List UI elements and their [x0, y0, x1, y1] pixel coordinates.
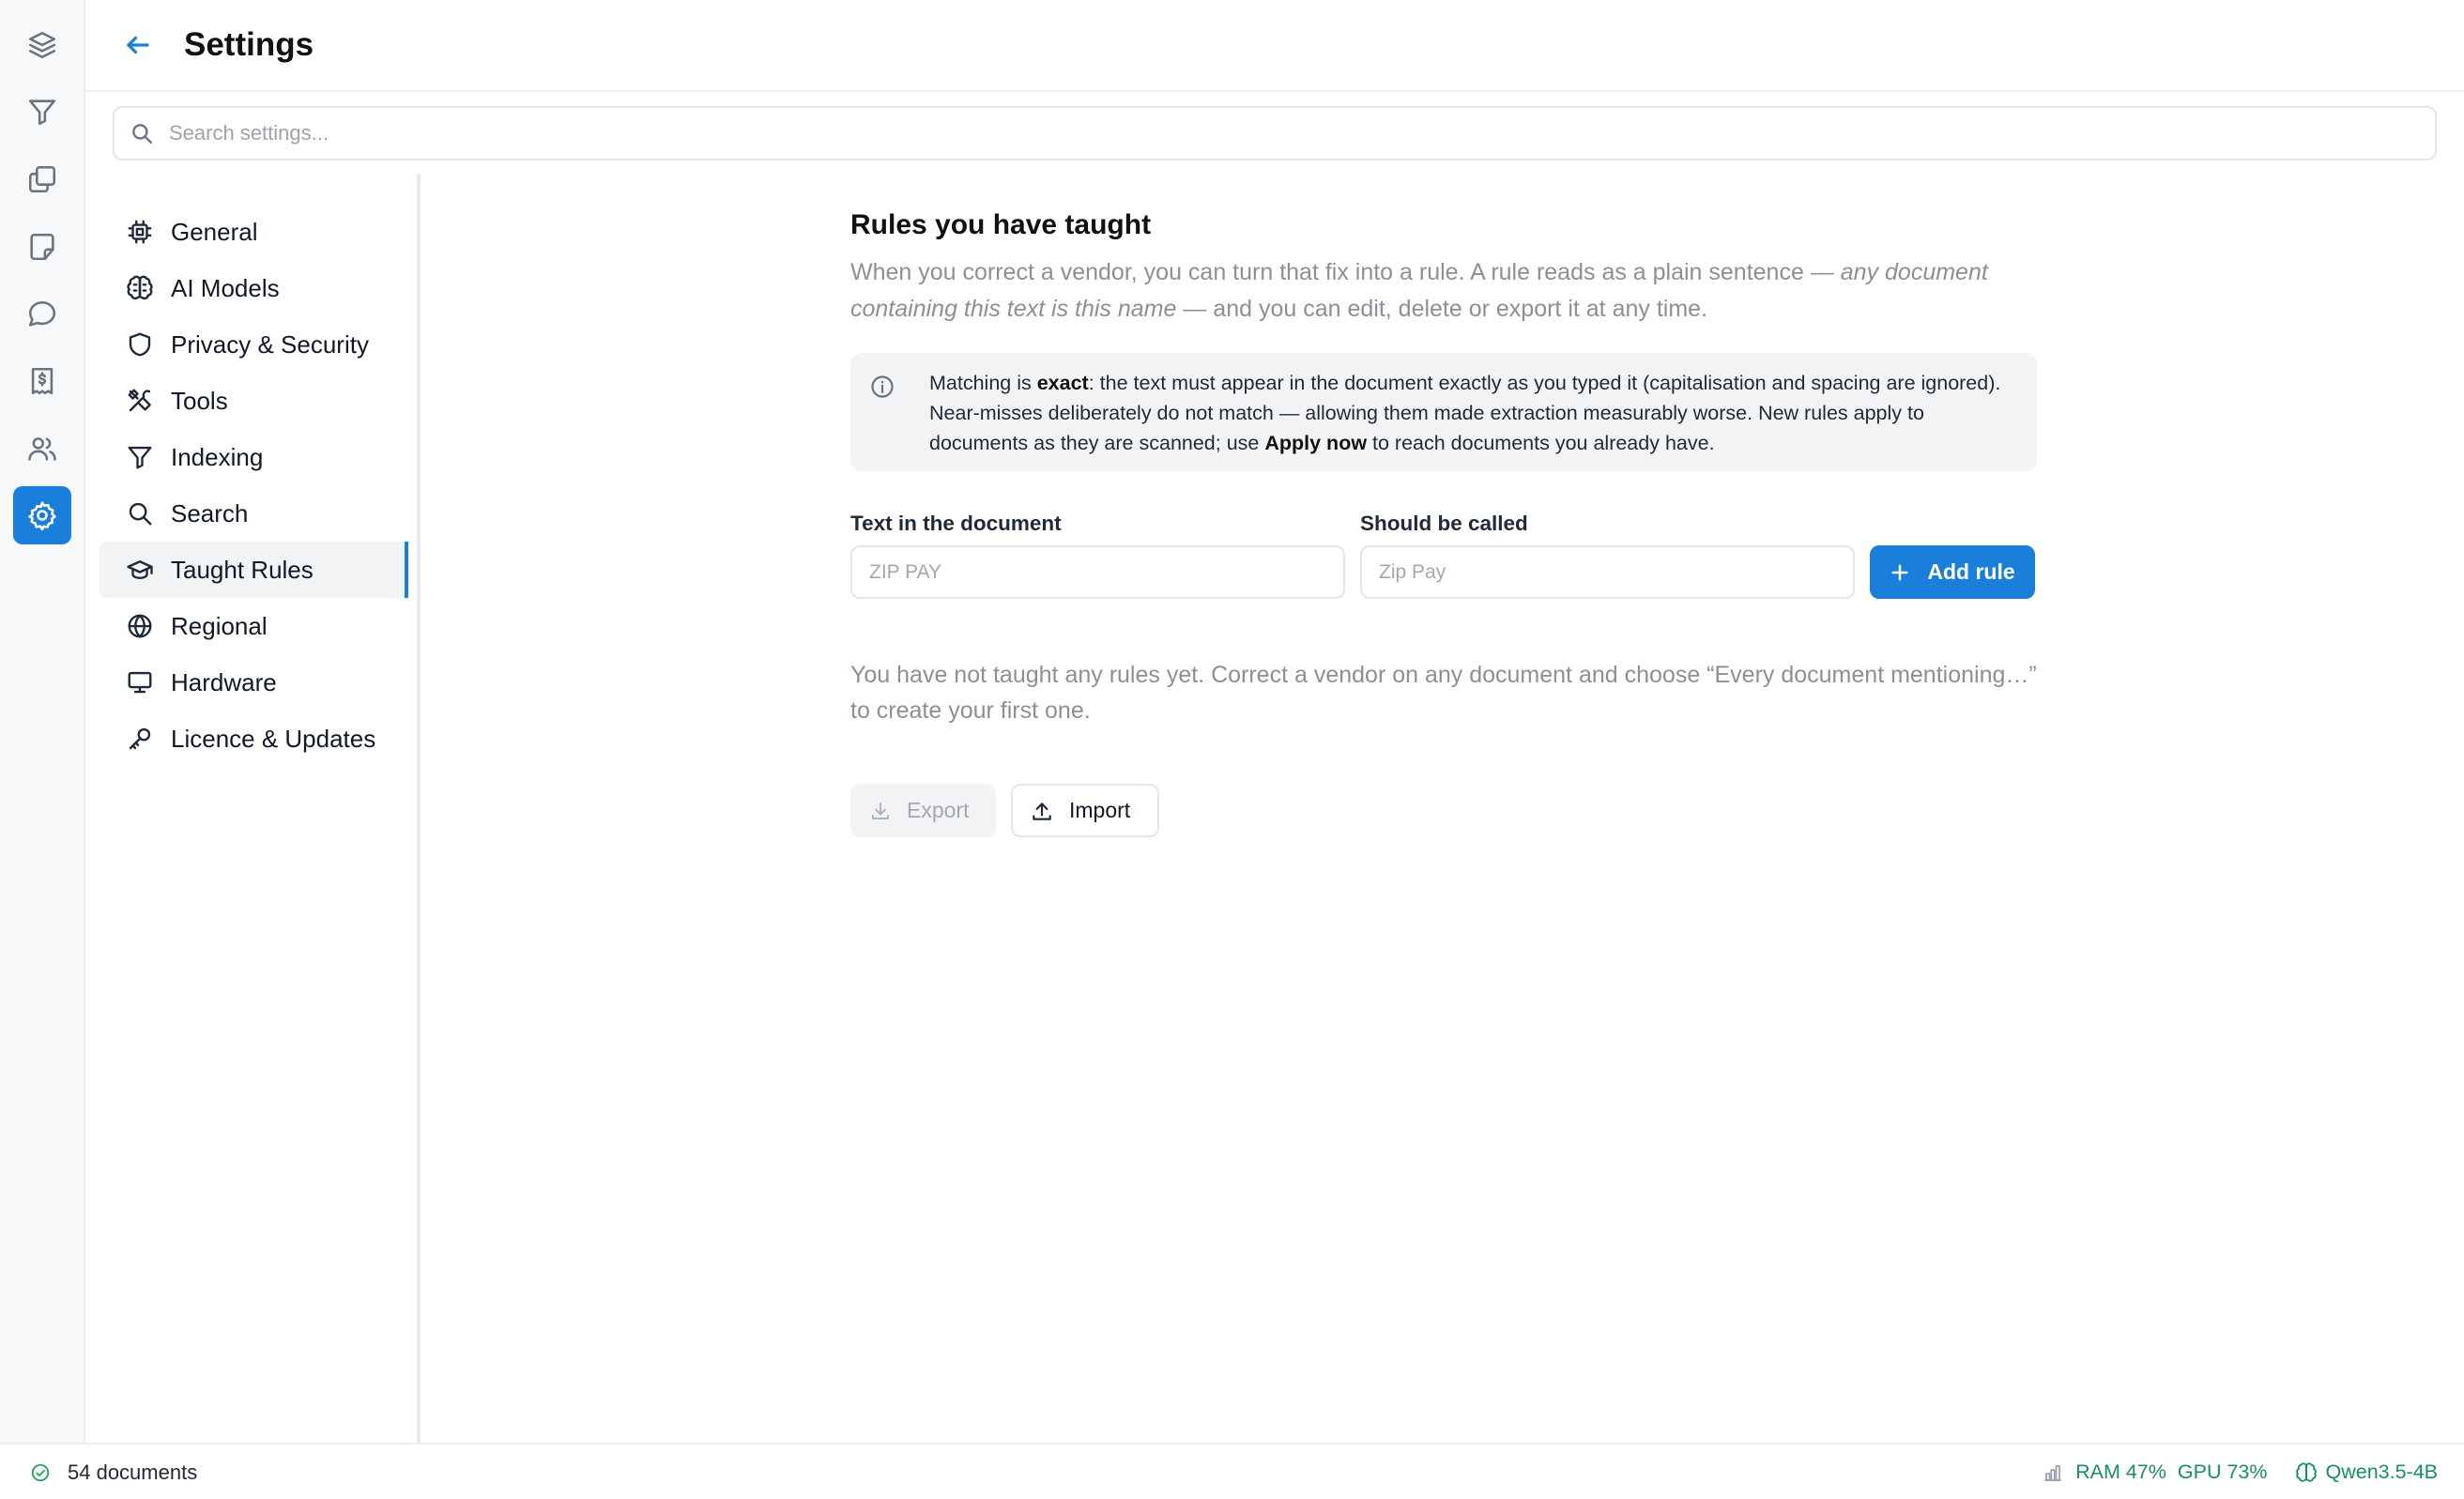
key-icon — [126, 725, 154, 753]
filter-icon[interactable] — [13, 83, 71, 141]
arrow-left-icon — [127, 36, 149, 54]
graduation-cap-icon — [126, 556, 154, 584]
page-header: Settings — [85, 0, 2464, 92]
info-text: Matching is exact: the text must appear … — [929, 368, 2009, 458]
taught-rules-panel: Rules you have taught When you correct a… — [850, 206, 2037, 837]
export-label: Export — [907, 798, 970, 822]
info-text-part: to reach documents you already have. — [1367, 432, 1715, 454]
note-icon[interactable] — [13, 218, 71, 276]
info-icon — [869, 374, 895, 400]
nav-item-hardware[interactable]: Hardware — [99, 654, 408, 711]
nav-item-label: General — [171, 217, 258, 246]
monitor-icon — [126, 668, 154, 696]
settings-search — [113, 106, 2437, 161]
add-rule-button[interactable]: Add rule — [1870, 545, 2035, 599]
info-apply-now-emphasis: Apply now — [1264, 432, 1368, 454]
info-callout: Matching is exact: the text must appear … — [850, 353, 2037, 471]
nav-item-privacy-security[interactable]: Privacy & Security — [99, 316, 408, 373]
text-in-document-label: Text in the document — [850, 512, 1062, 535]
add-rule-label: Add rule — [1927, 559, 2015, 584]
empty-state-text: You have not taught any rules yet. Corre… — [850, 662, 2037, 724]
nav-item-licence-updates[interactable]: Licence & Updates — [99, 711, 408, 767]
nav-item-general[interactable]: General — [99, 204, 408, 260]
nav-item-label: Regional — [171, 611, 268, 640]
users-icon[interactable] — [13, 420, 71, 478]
nav-item-regional[interactable]: Regional — [99, 598, 408, 654]
info-text-part: Matching is — [929, 372, 1037, 394]
resource-status: RAM 47% GPU 73% Qwen3.5-4B — [2042, 1461, 2438, 1484]
nav-item-indexing[interactable]: Indexing — [99, 429, 408, 485]
nav-item-label: Search — [171, 498, 249, 528]
download-icon — [872, 802, 889, 819]
gpu-usage: GPU 73% — [2177, 1461, 2268, 1483]
plus-icon — [1891, 563, 1908, 581]
bar-chart-icon — [2044, 1464, 2061, 1481]
upload-icon — [1033, 802, 1051, 820]
back-button[interactable] — [119, 26, 157, 64]
nav-item-label: Indexing — [171, 442, 264, 471]
shield-icon — [126, 330, 154, 359]
model-name[interactable]: Qwen3.5-4B — [2325, 1461, 2438, 1484]
globe-icon — [126, 612, 154, 640]
settings-icon[interactable] — [13, 486, 71, 544]
documents-icon[interactable] — [13, 150, 71, 208]
filter-icon — [126, 443, 154, 471]
description-text: When you correct a vendor, you can turn … — [850, 259, 1841, 285]
brain-icon — [126, 274, 154, 302]
app-rail — [0, 0, 85, 1443]
search-input[interactable] — [169, 121, 2328, 145]
chat-icon[interactable] — [13, 285, 71, 344]
document-count: 54 documents — [30, 1461, 197, 1485]
tools-icon — [126, 387, 154, 415]
nav-item-search[interactable]: Search — [99, 485, 408, 542]
nav-item-tools[interactable]: Tools — [99, 373, 408, 429]
receipt-icon[interactable] — [13, 352, 71, 410]
text-in-document-input[interactable] — [850, 545, 1345, 599]
nav-item-taught-rules[interactable]: Taught Rules — [99, 542, 408, 598]
export-button[interactable]: Export — [850, 784, 996, 837]
nav-item-ai-models[interactable]: AI Models — [99, 260, 408, 316]
should-be-called-input[interactable] — [1360, 545, 1855, 599]
nav-item-label: Tools — [171, 386, 228, 415]
settings-nav: General AI Models Privacy & Security Too… — [99, 174, 421, 1443]
chip-icon — [126, 218, 154, 246]
nav-item-label: Licence & Updates — [171, 724, 376, 753]
page-title: Settings — [184, 26, 314, 63]
nav-item-label: Hardware — [171, 667, 277, 696]
brain-icon — [2296, 1461, 2318, 1482]
nav-item-label: AI Models — [171, 273, 280, 302]
document-count-text: 54 documents — [68, 1461, 198, 1484]
layers-icon[interactable] — [13, 16, 71, 74]
check-circle-icon — [31, 1463, 50, 1482]
description-text-end: — and you can edit, delete or export it … — [1176, 296, 1707, 322]
search-icon — [126, 499, 154, 528]
info-exact-emphasis: exact — [1036, 372, 1089, 394]
should-be-called-label: Should be called — [1360, 512, 1528, 535]
nav-active-indicator — [405, 542, 408, 598]
search-icon — [132, 124, 152, 144]
import-button[interactable]: Import — [1011, 784, 1159, 837]
nav-item-label: Taught Rules — [171, 555, 314, 584]
import-label: Import — [1069, 798, 1131, 822]
status-bar: 54 documents RAM 47% GPU 73% Qwen3.5-4B — [0, 1443, 2464, 1499]
section-description: When you correct a vendor, you can turn … — [850, 254, 2037, 328]
section-title: Rules you have taught — [850, 209, 1152, 240]
nav-item-label: Privacy & Security — [171, 329, 369, 359]
ram-usage: RAM 47% — [2075, 1461, 2166, 1483]
